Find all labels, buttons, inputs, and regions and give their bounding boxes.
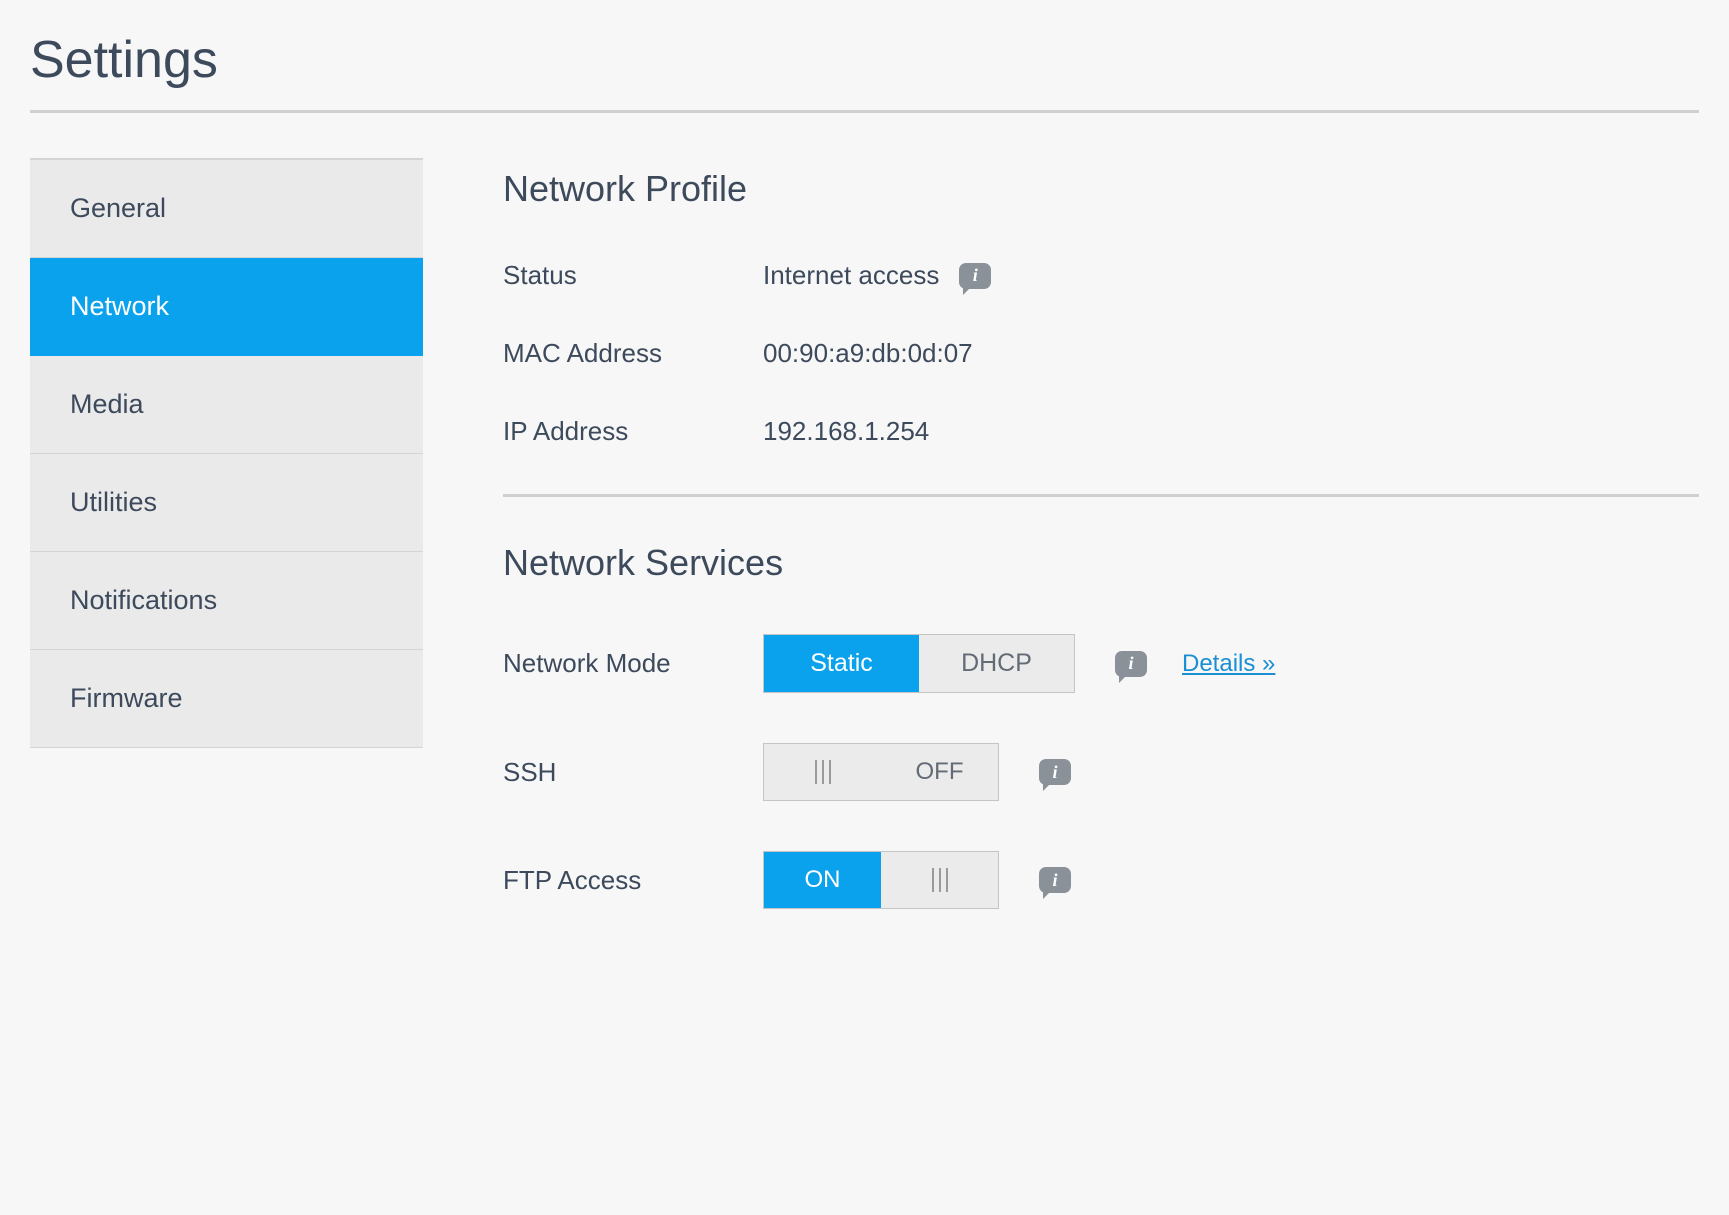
grip-icon (815, 760, 831, 784)
status-label: Status (503, 260, 763, 291)
toggle-handle (764, 744, 881, 800)
grip-icon (932, 868, 948, 892)
mac-row: MAC Address 00:90:a9:db:0d:07 (503, 338, 1699, 369)
sidebar-item-media[interactable]: Media (30, 356, 423, 454)
ssh-label: SSH (503, 757, 763, 788)
mode-static-button[interactable]: Static (764, 635, 919, 692)
ip-value: 192.168.1.254 (763, 416, 929, 447)
sidebar-item-label: Firmware (70, 683, 183, 713)
sidebar-item-label: Media (70, 389, 144, 419)
info-icon[interactable]: i (1115, 651, 1147, 677)
sidebar-item-utilities[interactable]: Utilities (30, 454, 423, 552)
ssh-row: SSH OFF i (503, 743, 1699, 801)
ip-label: IP Address (503, 416, 763, 447)
network-mode-row: Network Mode Static DHCP i Details » (503, 634, 1699, 693)
ftp-label: FTP Access (503, 865, 763, 896)
sidebar-item-network[interactable]: Network (30, 258, 423, 356)
mac-label: MAC Address (503, 338, 763, 369)
content-panel: Network Profile Status Internet access i… (503, 158, 1699, 959)
title-divider (30, 110, 1699, 113)
status-row: Status Internet access i (503, 260, 1699, 291)
page-title: Settings (30, 30, 1699, 90)
mac-value: 00:90:a9:db:0d:07 (763, 338, 973, 369)
status-value: Internet access (763, 260, 939, 291)
section-divider (503, 494, 1699, 497)
sidebar-item-firmware[interactable]: Firmware (30, 650, 423, 748)
ssh-toggle[interactable]: OFF (763, 743, 999, 801)
sidebar: General Network Media Utilities Notifica… (30, 158, 423, 959)
sidebar-item-label: Network (70, 291, 169, 321)
sidebar-item-label: General (70, 193, 166, 223)
ip-row: IP Address 192.168.1.254 (503, 416, 1699, 447)
network-profile-title: Network Profile (503, 168, 1699, 210)
info-icon[interactable]: i (1039, 759, 1071, 785)
toggle-off-label: OFF (881, 744, 998, 800)
mode-dhcp-button[interactable]: DHCP (919, 635, 1074, 692)
details-link[interactable]: Details » (1182, 650, 1275, 678)
ftp-row: FTP Access ON i (503, 851, 1699, 909)
network-services-title: Network Services (503, 542, 1699, 584)
toggle-handle (881, 852, 998, 908)
ftp-toggle[interactable]: ON (763, 851, 999, 909)
info-icon[interactable]: i (959, 263, 991, 289)
network-mode-segment: Static DHCP (763, 634, 1075, 693)
network-mode-label: Network Mode (503, 648, 763, 679)
sidebar-item-label: Notifications (70, 585, 217, 615)
info-icon[interactable]: i (1039, 867, 1071, 893)
toggle-on-label: ON (764, 852, 881, 908)
sidebar-item-notifications[interactable]: Notifications (30, 552, 423, 650)
sidebar-item-general[interactable]: General (30, 158, 423, 258)
sidebar-item-label: Utilities (70, 487, 157, 517)
